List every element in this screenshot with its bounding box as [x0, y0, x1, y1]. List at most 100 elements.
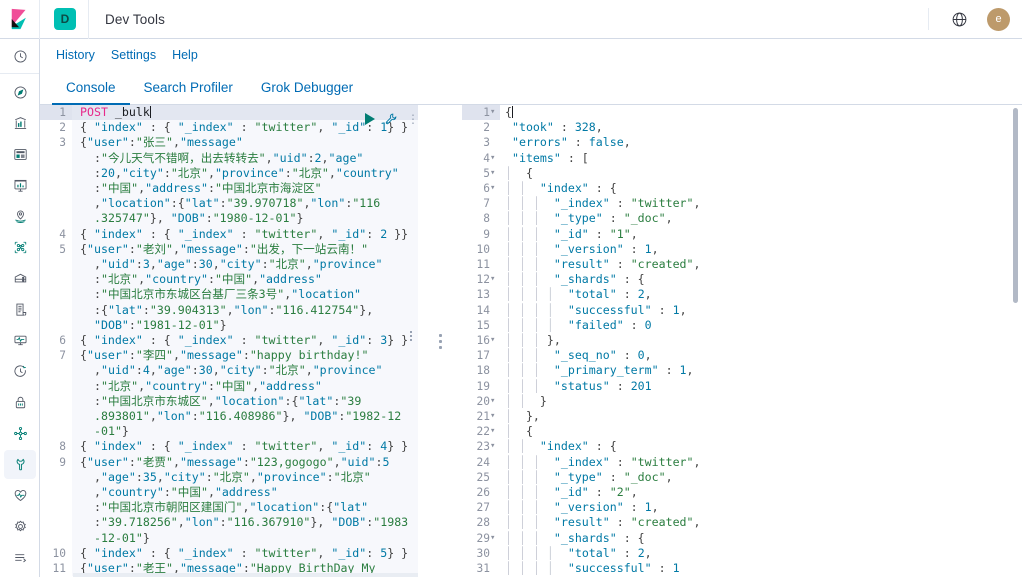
code-line[interactable]: 5▾ │ { — [462, 165, 1022, 182]
code-line[interactable]: 29▾ │ │ │ "_shards" : { — [462, 530, 1022, 546]
code-line[interactable]: 13 │ │ │ │ "total" : 2, — [462, 287, 1022, 303]
code-line[interactable]: 3 "errors" : false, — [462, 135, 1022, 151]
code-line[interactable]: 24 │ │ │ "_index" : "twitter", — [462, 454, 1022, 470]
code-content[interactable]: │ │ │ "_primary_term" : 1, — [500, 363, 1022, 379]
sidebar-item-graph[interactable] — [0, 418, 39, 449]
code-content[interactable]: │ { — [500, 165, 1022, 182]
code-line[interactable]: 12▾ │ │ │ "_shards" : { — [462, 272, 1022, 288]
code-line[interactable]: 9 {"user":"老贾","message":"123,gogogo","ui… — [40, 454, 418, 546]
code-line[interactable]: 31 │ │ │ │ "successful" : 1 — [462, 561, 1022, 577]
code-line[interactable]: 20▾ │ │ } — [462, 393, 1022, 410]
code-line[interactable]: 21▾ │ }, — [462, 409, 1022, 425]
editor-kebab-menu-icon[interactable]: ⋮ — [407, 113, 419, 125]
code-content[interactable]: │ │ "index" : { — [500, 439, 1022, 455]
code-line[interactable]: 30 │ │ │ │ "total" : 2, — [462, 545, 1022, 562]
sidebar-item-discover[interactable] — [0, 77, 39, 108]
request-pane[interactable]: 1 POST _bulk 2{ "index" : { "_index" : "tw… — [40, 105, 418, 577]
code-content[interactable]: { — [500, 105, 1022, 121]
code-line[interactable]: 1▾{ — [462, 105, 1022, 121]
request-pane-menu-icon[interactable] — [410, 331, 412, 341]
code-line[interactable]: 7 {"user":"李四","message":"happy birthday!… — [40, 348, 418, 440]
code-content[interactable]: │ │ │ "_version" : 1, — [500, 500, 1022, 516]
sidebar-item-dashboard[interactable] — [0, 108, 39, 139]
code-content[interactable]: │ │ │ "result" : "created", — [500, 257, 1022, 273]
code-line[interactable]: 4 { "index" : { "_index" : "twitter", "_i… — [40, 226, 418, 242]
request-horizontal-scrollbar[interactable] — [73, 573, 418, 577]
code-content[interactable]: {"user":"老贾","message":"123,gogogo","uid… — [72, 454, 418, 546]
code-content[interactable]: │ │ │ "_index" : "twitter", — [500, 196, 1022, 212]
code-line[interactable]: 1 POST _bulk — [40, 105, 418, 121]
code-content[interactable]: │ │ │ "_id" : "2", — [500, 485, 1022, 501]
sidebar-item-visualize[interactable] — [0, 170, 39, 201]
play-triangle-icon[interactable] — [365, 113, 375, 125]
sidebar-item-uptime[interactable] — [0, 356, 39, 387]
sidebar-item-canvas[interactable] — [0, 139, 39, 170]
code-line[interactable]: 9 │ │ │ "_id" : "1", — [462, 226, 1022, 242]
code-content[interactable]: │ │ │ "_id" : "1", — [500, 226, 1022, 242]
code-line[interactable]: 15 │ │ │ │ "failed" : 0 — [462, 317, 1022, 334]
code-line[interactable]: 25 │ │ │ "_type" : "_doc", — [462, 469, 1022, 486]
globe-help-icon[interactable] — [947, 7, 971, 31]
sidebar-item-monitoring[interactable] — [0, 480, 39, 511]
sidebar-item-recently-viewed[interactable] — [0, 39, 39, 74]
code-content[interactable]: │ │ "index" : { — [500, 181, 1022, 197]
code-content[interactable]: │ │ │ │ "failed" : 0 — [500, 317, 1022, 334]
code-content[interactable]: │ │ │ "_index" : "twitter", — [500, 454, 1022, 470]
code-line[interactable]: 8 { "index" : { "_index" : "twitter", "_i… — [40, 439, 418, 455]
sidebar-item-dev-tools[interactable] — [0, 449, 39, 480]
code-content[interactable]: │ │ │ │ "total" : 2, — [500, 287, 1022, 303]
sidebar-item-security[interactable] — [0, 387, 39, 418]
code-content[interactable]: { "index" : { "_index" : "twitter", "_id… — [72, 545, 418, 562]
code-content[interactable]: "items" : [ — [500, 150, 1022, 166]
code-content[interactable]: { "index" : { "_index" : "twitter", "_id… — [72, 439, 418, 455]
code-content[interactable]: │ │ │ │ "successful" : 1, — [500, 302, 1022, 318]
code-line[interactable]: 26 │ │ │ "_id" : "2", — [462, 485, 1022, 501]
code-line[interactable]: 23▾ │ │ "index" : { — [462, 439, 1022, 455]
code-content[interactable]: │ │ │ "_type" : "_doc", — [500, 469, 1022, 486]
code-line[interactable]: 16▾ │ │ │ }, — [462, 333, 1022, 349]
sidebar-item-infrastructure[interactable] — [0, 263, 39, 294]
sidebar-item-logs[interactable] — [0, 294, 39, 325]
code-content[interactable]: │ │ } — [500, 393, 1022, 410]
tab-console[interactable]: Console — [52, 80, 130, 105]
code-content[interactable]: {"user":"老刘","message":"出发，下一站云南！" ,"uid"… — [72, 241, 418, 334]
code-line[interactable]: 18 │ │ │ "_primary_term" : 1, — [462, 363, 1022, 379]
user-avatar[interactable]: e — [987, 7, 1010, 31]
settings-link[interactable]: Settings — [103, 39, 164, 72]
code-content[interactable]: │ }, — [500, 409, 1022, 425]
tab-grok-debugger[interactable]: Grok Debugger — [247, 80, 367, 104]
response-pane[interactable]: 1▾{2 "took" : 328, 3 "errors" : false, 4▾ … — [462, 105, 1022, 577]
sidebar-item-apm[interactable] — [0, 325, 39, 356]
code-content[interactable]: {"user":"张三","message":"今儿天气不错啊，出去转转去","… — [72, 135, 418, 227]
panel-resize-divider[interactable] — [418, 105, 462, 577]
code-line[interactable]: 5 {"user":"老刘","message":"出发，下一站云南！" ,"uid… — [40, 241, 418, 334]
code-content[interactable]: │ │ │ "_type" : "_doc", — [500, 211, 1022, 227]
wrench-icon[interactable] — [384, 112, 398, 126]
code-line[interactable]: 17 │ │ │ "_seq_no" : 0, — [462, 348, 1022, 364]
kibana-home-button[interactable] — [0, 0, 40, 39]
code-line[interactable]: 19 │ │ │ "status" : 201 — [462, 378, 1022, 394]
code-content[interactable]: {"user":"李四","message":"happy birthday!"… — [72, 348, 418, 440]
code-content[interactable]: │ │ │ "result" : "created", — [500, 515, 1022, 531]
code-line[interactable]: 4▾ "items" : [ — [462, 150, 1022, 166]
code-content[interactable]: │ │ │ │ "successful" : 1 — [500, 561, 1022, 577]
code-content[interactable]: │ │ │ │ "total" : 2, — [500, 545, 1022, 562]
code-line[interactable]: 2{ "index" : { "_index" : "twitter", "_i… — [40, 120, 418, 136]
code-line[interactable]: 6 { "index" : { "_index" : "twitter", "_i… — [40, 333, 418, 349]
code-content[interactable]: │ │ │ "status" : 201 — [500, 378, 1022, 394]
code-content[interactable]: │ │ │ "_shards" : { — [500, 272, 1022, 288]
code-line[interactable]: 3 {"user":"张三","message":"今儿天气不错啊，出去转转去",… — [40, 135, 418, 227]
code-content[interactable]: │ │ │ }, — [500, 333, 1022, 349]
console-request-editor[interactable]: 1 POST _bulk 2{ "index" : { "_index" : "tw… — [40, 105, 418, 577]
code-line[interactable]: 11 │ │ │ "result" : "created", — [462, 257, 1022, 273]
code-content[interactable]: { "index" : { "_index" : "twitter", "_id… — [72, 226, 418, 242]
code-line[interactable]: 8 │ │ │ "_type" : "_doc", — [462, 211, 1022, 227]
code-line[interactable]: 10 { "index" : { "_index" : "twitter", "_… — [40, 545, 418, 562]
code-content[interactable]: │ │ │ "_shards" : { — [500, 530, 1022, 546]
code-line[interactable]: 10 │ │ │ "_version" : 1, — [462, 241, 1022, 258]
code-content[interactable]: "took" : 328, — [500, 120, 1022, 136]
history-link[interactable]: History — [48, 39, 103, 72]
code-line[interactable]: 28 │ │ │ "result" : "created", — [462, 515, 1022, 531]
sidebar-item-management[interactable] — [0, 511, 39, 542]
response-vertical-scrollbar[interactable] — [1013, 108, 1018, 303]
